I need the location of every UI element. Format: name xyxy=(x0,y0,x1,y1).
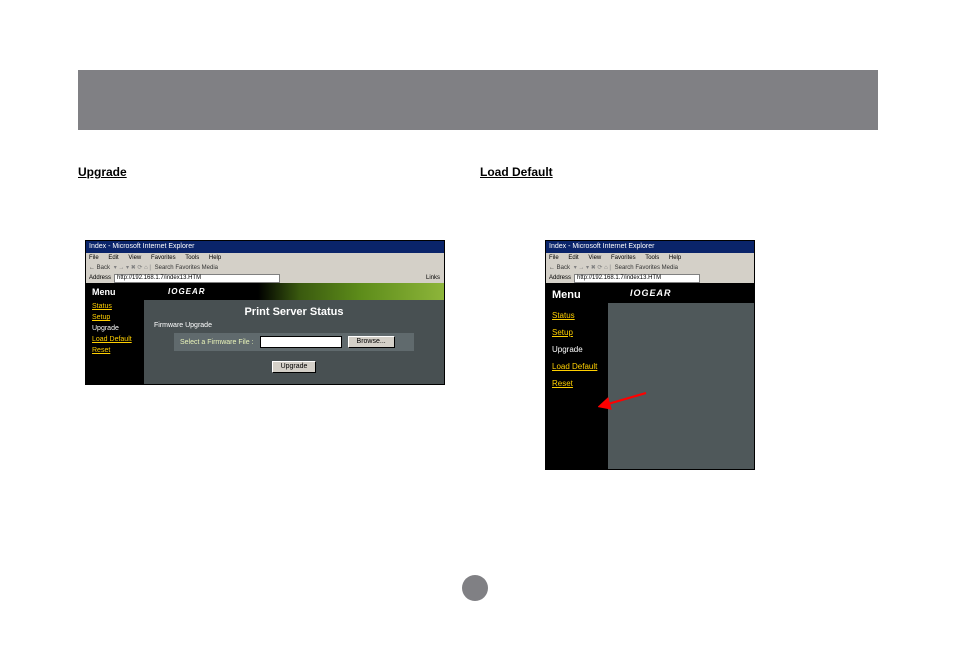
menu-file[interactable]: File xyxy=(89,255,99,261)
sidebar-item-upgrade[interactable]: Upgrade xyxy=(552,345,602,354)
menu-favorites[interactable]: Favorites xyxy=(151,255,176,261)
menu-view[interactable]: View xyxy=(588,255,601,261)
select-file-label: Select a Firmware File : xyxy=(180,339,254,346)
sidebar-item-status[interactable]: Status xyxy=(92,303,138,310)
menu-edit[interactable]: Edit xyxy=(568,255,578,261)
sidebar-item-loaddefault[interactable]: Load Default xyxy=(92,336,138,343)
sidebar-item-reset[interactable]: Reset xyxy=(92,347,138,354)
brand-logo: IOGEAR xyxy=(168,287,206,296)
address-label: Address xyxy=(546,273,574,283)
nav-sidebar: Menu Status Setup Upgrade Load Default R… xyxy=(546,283,608,469)
favorites-button[interactable]: Favorites xyxy=(635,265,660,271)
address-label: Address xyxy=(86,273,114,283)
toolbar-separator: ▾ → ▾ ✖ ⟳ ⌂ | xyxy=(114,265,151,271)
logo-strip: IOGEAR xyxy=(144,283,444,300)
ie-tool-bar[interactable]: ← Back ▾ → ▾ ✖ ⟳ ⌂ | Search Favorites Me… xyxy=(86,263,444,273)
menu-view[interactable]: View xyxy=(128,255,141,261)
media-button[interactable]: Media xyxy=(202,265,218,271)
page-content: Menu Status Setup Upgrade Load Default R… xyxy=(86,283,444,384)
logo-strip: IOGEAR xyxy=(608,283,754,303)
menu-file[interactable]: File xyxy=(549,255,559,261)
address-input[interactable]: http://192.168.1.7/index13.HTM xyxy=(114,274,280,283)
sidebar-item-status[interactable]: Status xyxy=(552,311,602,320)
search-button[interactable]: Search xyxy=(155,265,174,271)
sidebar-heading: Menu xyxy=(552,289,602,301)
heading-load-default: Load Default xyxy=(480,165,553,179)
sidebar-item-reset[interactable]: Reset xyxy=(552,379,602,388)
toolbar-separator: ▾ → ▾ ✖ ⟳ ⌂ | xyxy=(574,265,611,271)
menu-tools[interactable]: Tools xyxy=(645,255,659,261)
manual-page: Upgrade Load Default Index - Microsoft I… xyxy=(0,0,954,664)
window-title-bar: Index - Microsoft Internet Explorer xyxy=(546,241,754,253)
search-button[interactable]: Search xyxy=(615,265,634,271)
back-label: Back xyxy=(97,265,110,271)
menu-help[interactable]: Help xyxy=(209,255,221,261)
screenshot-upgrade: Index - Microsoft Internet Explorer File… xyxy=(85,240,445,385)
page-number-circle xyxy=(462,575,488,601)
sidebar-item-setup[interactable]: Setup xyxy=(552,328,602,337)
page-content: Menu Status Setup Upgrade Load Default R… xyxy=(546,283,754,469)
menu-favorites[interactable]: Favorites xyxy=(611,255,636,261)
ie-address-bar[interactable]: Address http://192.168.1.7/index13.HTM L… xyxy=(86,273,444,283)
media-button[interactable]: Media xyxy=(662,265,678,271)
brand-logo: IOGEAR xyxy=(630,288,672,298)
screenshot-load-default: Index - Microsoft Internet Explorer File… xyxy=(545,240,755,470)
firmware-file-input[interactable] xyxy=(260,336,342,348)
heading-upgrade: Upgrade xyxy=(78,165,127,179)
ie-menu-bar[interactable]: File Edit View Favorites Tools Help xyxy=(86,253,444,263)
sidebar-item-loaddefault[interactable]: Load Default xyxy=(552,362,602,371)
menu-help[interactable]: Help xyxy=(669,255,681,261)
menu-edit[interactable]: Edit xyxy=(108,255,118,261)
sidebar-item-upgrade[interactable]: Upgrade xyxy=(92,325,138,332)
firmware-upgrade-label: Firmware Upgrade xyxy=(154,322,444,329)
nav-sidebar: Menu Status Setup Upgrade Load Default R… xyxy=(86,283,144,384)
main-panel: IOGEAR Print Server Status Firmware Upgr… xyxy=(144,283,444,384)
ie-menu-bar[interactable]: File Edit View Favorites Tools Help xyxy=(546,253,754,263)
window-title: Index - Microsoft Internet Explorer xyxy=(89,243,194,250)
ie-tool-bar[interactable]: ← Back ▾ → ▾ ✖ ⟳ ⌂ | Search Favorites Me… xyxy=(546,263,754,273)
menu-tools[interactable]: Tools xyxy=(185,255,199,261)
window-title-bar: Index - Microsoft Internet Explorer xyxy=(86,241,444,253)
back-label: Back xyxy=(557,265,570,271)
address-input[interactable]: http://192.168.1.7/index13.HTM xyxy=(574,274,700,283)
sidebar-heading: Menu xyxy=(92,287,138,297)
firmware-file-row: Select a Firmware File : Browse... xyxy=(174,333,414,351)
favorites-button[interactable]: Favorites xyxy=(175,265,200,271)
back-button[interactable]: ← Back xyxy=(89,265,110,271)
window-title: Index - Microsoft Internet Explorer xyxy=(549,243,654,250)
browse-button[interactable]: Browse... xyxy=(348,336,395,348)
upgrade-button[interactable]: Upgrade xyxy=(272,361,317,373)
sidebar-item-setup[interactable]: Setup xyxy=(92,314,138,321)
main-panel: IOGEAR xyxy=(608,283,754,469)
section-header-band xyxy=(78,70,878,130)
links-label[interactable]: Links xyxy=(426,273,444,283)
page-title: Print Server Status xyxy=(144,306,444,318)
ie-address-bar[interactable]: Address http://192.168.1.7/index13.HTM xyxy=(546,273,754,283)
back-button[interactable]: ← Back xyxy=(549,265,570,271)
